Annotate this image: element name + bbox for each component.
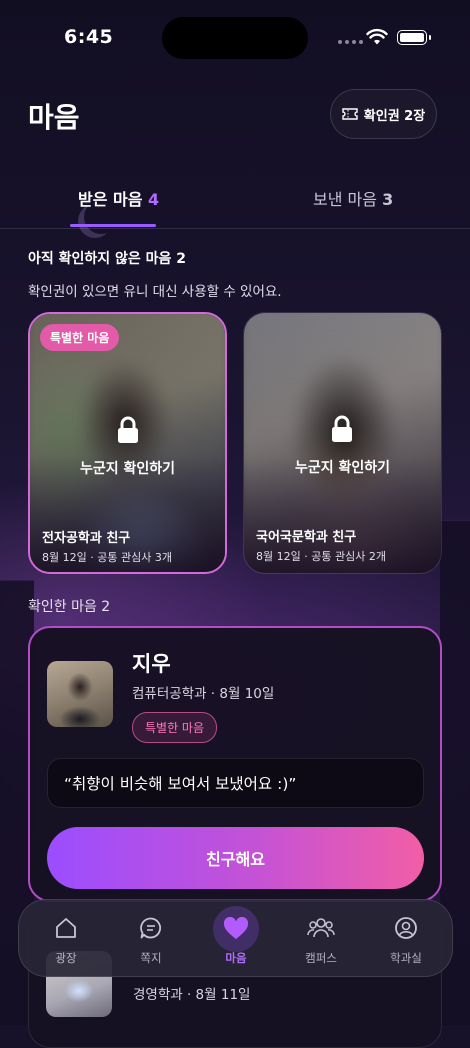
profile-meta: 컴퓨터공학과 · 8월 10일: [132, 686, 275, 702]
status-time: 6:45: [64, 26, 114, 48]
card-major: 전자공학과 친구: [42, 531, 131, 546]
special-heart-badge: 특별한 마음: [132, 712, 218, 743]
message-icon: [137, 914, 165, 942]
bottom-nav: 광장 쪽지 마음 캠퍼스 학과실: [18, 899, 453, 977]
nav-item-plaza[interactable]: 광장: [26, 900, 106, 978]
hidden-heart-card[interactable]: 누군지 확인하기 국어국문학과 친구 8월 12일 · 공통 관심사 2개: [243, 312, 442, 574]
ticket-label: 확인권 2장: [363, 108, 426, 124]
tab-sent[interactable]: 보낸 마음 3: [313, 186, 393, 210]
profile-name: 지우: [132, 652, 171, 676]
active-tab-indicator: [70, 224, 156, 227]
wifi-icon: [366, 28, 388, 45]
card-meta: 8월 12일 · 공통 관심사 2개: [256, 550, 386, 563]
nav-label: 쪽지: [140, 951, 162, 965]
card-meta: 8월 12일 · 공통 관심사 3개: [42, 551, 172, 564]
tab-received-label: 받은 마음: [78, 190, 143, 209]
tab-received[interactable]: 받은 마음 4: [78, 186, 159, 210]
nav-item-hearts[interactable]: 마음: [196, 900, 276, 978]
signal-icon: [338, 40, 363, 44]
reveal-label: 누군지 확인하기: [294, 460, 391, 476]
card-major: 국어국문학과 친구: [256, 530, 357, 545]
nav-label: 마음: [225, 951, 247, 965]
status-bar: 6:45: [0, 0, 470, 70]
nav-item-campus[interactable]: 캠퍼스: [281, 900, 361, 978]
profile-meta: 경영학과 · 8월 11일: [133, 987, 251, 1003]
tab-bar: 받은 마음 4 보낸 마음 3: [0, 168, 470, 229]
befriend-button[interactable]: 친구해요: [47, 827, 424, 889]
unconfirmed-heading: 아직 확인하지 않은 마음 2: [28, 251, 187, 267]
nav-item-department[interactable]: 학과실: [366, 900, 446, 978]
unconfirmed-subtext: 확인권이 있으면 유니 대신 사용할 수 있어요.: [28, 284, 282, 300]
hidden-heart-card[interactable]: 특별한 마음 누군지 확인하기 전자공학과 친구 8월 12일 · 공통 관심사…: [28, 312, 227, 574]
lock-icon: [332, 415, 352, 442]
dynamic-island: [162, 17, 308, 59]
heart-icon: [213, 906, 259, 952]
ticket-button[interactable]: 확인권 2장: [330, 89, 437, 139]
page-title: 마음: [28, 101, 80, 134]
people-icon: [307, 914, 335, 942]
tab-sent-label: 보낸 마음: [313, 190, 377, 209]
tab-sent-count: 3: [382, 190, 394, 209]
nav-label: 광장: [55, 951, 77, 965]
ticket-icon: [342, 108, 358, 120]
battery-icon: [397, 30, 431, 45]
reveal-label: 누군지 확인하기: [79, 461, 176, 477]
tab-received-count: 4: [148, 190, 160, 209]
nav-item-messages[interactable]: 쪽지: [111, 900, 191, 978]
nav-label: 학과실: [390, 951, 422, 965]
confirmed-heart-card: 지우 컴퓨터공학과 · 8월 10일 특별한 마음 “취향이 비슷해 보여서 보…: [28, 626, 442, 902]
nav-label: 캠퍼스: [305, 951, 337, 965]
avatar[interactable]: [47, 661, 113, 727]
special-heart-badge: 특별한 마음: [40, 324, 120, 351]
heart-message: “취향이 비슷해 보여서 보냈어요 :)”: [47, 758, 424, 808]
profile-icon: [392, 914, 420, 942]
lock-icon: [118, 416, 138, 443]
home-icon: [52, 914, 80, 942]
confirmed-heading: 확인한 마음 2: [28, 599, 111, 615]
